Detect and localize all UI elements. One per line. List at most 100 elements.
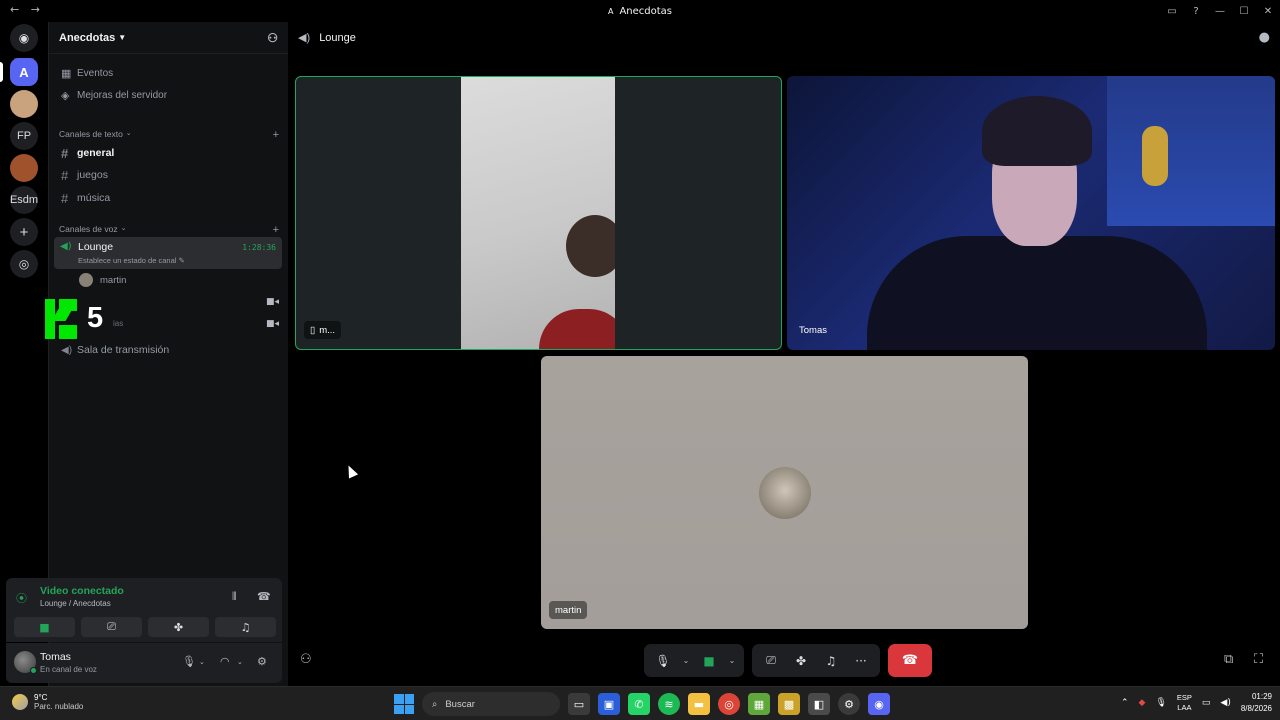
voice-channels-category[interactable]: Canales de voz ⌄ + bbox=[59, 224, 279, 236]
screen-share-icon[interactable]: ⎚ bbox=[758, 649, 784, 673]
noise-suppression-icon[interactable]: ⫴ bbox=[232, 590, 237, 604]
security-icon[interactable]: ◆ bbox=[1139, 698, 1146, 708]
activities-button[interactable]: ✤ bbox=[148, 617, 209, 637]
chat-bubble-icon[interactable]: ● bbox=[1259, 30, 1270, 45]
explore-icon[interactable]: ◎ bbox=[10, 250, 38, 278]
minecraft-icon[interactable]: ▦ bbox=[748, 693, 770, 715]
microphone-icon[interactable]: 🎙 bbox=[182, 655, 196, 668]
call-controls: 🎙 ⌄ ■ ⌄ ⎚ ✤ ♫ ··· ☎ bbox=[644, 644, 932, 677]
discord-icon[interactable]: ◉ bbox=[868, 693, 890, 715]
share-controls: ⎚ ✤ ♫ ··· bbox=[752, 644, 880, 677]
close-button[interactable]: ✕ bbox=[1256, 6, 1280, 17]
search-box[interactable]: ⌕ Buscar bbox=[422, 692, 560, 716]
server-esdm[interactable]: Esdm bbox=[10, 186, 38, 214]
discord-home-icon[interactable]: ◉ bbox=[10, 24, 38, 52]
voice-user[interactable]: martin bbox=[79, 273, 126, 287]
microphone-icon[interactable]: 🎙 bbox=[1155, 698, 1166, 708]
volume-icon[interactable]: ◀) bbox=[1220, 698, 1230, 708]
steam-icon[interactable]: ⚙ bbox=[838, 693, 860, 715]
weather-desc: Parc. nublado bbox=[34, 702, 84, 711]
soundboard-button[interactable]: ♫ bbox=[215, 617, 276, 637]
activities-icon[interactable]: ✤ bbox=[788, 649, 814, 673]
voice-user-name: martin bbox=[100, 274, 127, 286]
boosts-item[interactable]: ◈ Mejoras del servidor bbox=[55, 84, 283, 106]
events-item[interactable]: ▦ Eventos bbox=[55, 62, 283, 84]
chevron-down-icon[interactable]: ⌄ bbox=[199, 658, 205, 666]
voice-location[interactable]: Lounge / Anecdotas bbox=[40, 599, 111, 608]
windows-start-icon[interactable] bbox=[394, 694, 414, 714]
active-server-pill bbox=[0, 62, 3, 82]
speaker-icon: ◀) bbox=[60, 241, 72, 252]
popout-icon[interactable]: ⧉ bbox=[1224, 652, 1233, 667]
whatsapp-icon[interactable]: ✆ bbox=[628, 693, 650, 715]
clock-date: 8/8/2026 bbox=[1240, 704, 1272, 713]
channel-label: música bbox=[77, 192, 111, 204]
tile-label-text: m... bbox=[319, 324, 336, 336]
speaker-icon: ◀) bbox=[298, 32, 311, 44]
file-explorer-icon[interactable]: ▬ bbox=[688, 693, 710, 715]
server-avatar-2[interactable] bbox=[10, 90, 38, 118]
channel-general[interactable]: # general bbox=[55, 142, 283, 164]
clock-time: 01:29 bbox=[1251, 692, 1272, 701]
invite-people-icon[interactable]: ⚇ bbox=[267, 31, 278, 45]
chevron-up-icon[interactable]: ⌃ bbox=[1121, 698, 1129, 708]
disconnect-icon[interactable]: ☎ bbox=[257, 590, 271, 603]
chevron-down-icon[interactable]: ⌄ bbox=[726, 649, 738, 673]
add-channel-icon[interactable]: + bbox=[273, 224, 279, 236]
soundboard-icon[interactable]: ♫ bbox=[818, 649, 844, 673]
network-icon[interactable]: ▭ bbox=[1202, 698, 1211, 708]
chrome-icon[interactable]: ◎ bbox=[718, 693, 740, 715]
chevron-down-icon[interactable]: ⌄ bbox=[680, 649, 692, 673]
clock[interactable]: 01:29 8/8/2026 bbox=[1241, 691, 1272, 715]
app-initial: A bbox=[607, 6, 614, 16]
channel-musica[interactable]: # música bbox=[55, 187, 283, 209]
taskbar: 9°C Parc. nublado ⌕ Buscar ▭ ▣ ✆ ≋ ▬ ◎ ▦… bbox=[0, 686, 1280, 720]
task-view-icon[interactable]: ▭ bbox=[568, 693, 590, 715]
server-header[interactable]: Anecdotas ▼ ⚇ bbox=[49, 22, 288, 54]
voice-channel-status[interactable]: Establece un estado de canal ✎ bbox=[78, 256, 185, 265]
camera-button[interactable]: ■ bbox=[14, 617, 75, 637]
server-anecdotas[interactable]: A bbox=[10, 58, 38, 86]
voice-status[interactable]: Video conectado bbox=[40, 585, 124, 597]
video-tile-martin[interactable]: martin bbox=[541, 356, 1028, 629]
help-icon[interactable]: ? bbox=[1184, 6, 1208, 17]
screen-share-button[interactable]: ⎚ bbox=[81, 617, 142, 637]
voice-channel-lounge[interactable]: ◀) Lounge Establece un estado de canal ✎… bbox=[54, 237, 282, 269]
server-fp[interactable]: FP bbox=[10, 122, 38, 150]
window-title-text: Anecdotas bbox=[619, 5, 673, 17]
headphones-icon[interactable]: ◠ bbox=[220, 655, 230, 668]
signal-icon[interactable]: ⦿ bbox=[16, 590, 27, 606]
microphone-icon[interactable]: 🎙 bbox=[650, 649, 676, 673]
language-indicator[interactable]: ESP LAA bbox=[1177, 693, 1192, 713]
server-avatar-4[interactable] bbox=[10, 154, 38, 182]
mobile-phone-icon: ▯ bbox=[310, 324, 316, 336]
visual-studio-icon[interactable]: ◧ bbox=[808, 693, 830, 715]
gear-icon[interactable]: ⚙ bbox=[257, 655, 267, 668]
video-tile-mobile[interactable]: ▯ m... bbox=[295, 76, 782, 350]
chevron-down-icon[interactable]: ⌄ bbox=[237, 658, 243, 666]
add-people-icon[interactable]: ⚇ bbox=[300, 652, 312, 667]
channel-juegos[interactable]: # juegos bbox=[55, 164, 283, 186]
more-options-icon[interactable]: ··· bbox=[848, 649, 874, 673]
maximize-button[interactable]: ☐ bbox=[1232, 6, 1256, 17]
text-channels-category[interactable]: Canales de texto ⌄ + bbox=[59, 129, 279, 141]
voice-channel-status-text: Establece un estado de canal bbox=[78, 256, 177, 265]
inbox-icon[interactable]: ▭ bbox=[1160, 6, 1184, 17]
tile-label: martin bbox=[549, 601, 588, 619]
minimize-button[interactable]: — bbox=[1208, 6, 1232, 17]
spotify-icon[interactable]: ≋ bbox=[658, 693, 680, 715]
user-name[interactable]: Tomas bbox=[40, 651, 71, 663]
hangup-button[interactable]: ☎ bbox=[888, 644, 932, 677]
voice-duration: 1:28:36 bbox=[242, 243, 276, 252]
fullscreen-icon[interactable]: ⛶ bbox=[1254, 652, 1263, 667]
add-server-icon[interactable]: + bbox=[10, 218, 38, 246]
weather-widget[interactable]: 9°C Parc. nublado bbox=[12, 693, 83, 711]
game-launcher-icon[interactable]: ▩ bbox=[778, 693, 800, 715]
video-camera-icon[interactable]: ■ bbox=[696, 649, 722, 673]
av-controls: 🎙 ⌄ ■ ⌄ bbox=[644, 644, 744, 677]
store-icon[interactable]: ▣ bbox=[598, 693, 620, 715]
channel-stage[interactable]: ◀) Sala de transmisión bbox=[55, 339, 283, 361]
add-channel-icon[interactable]: + bbox=[273, 129, 279, 141]
video-tile-tomas[interactable]: Tomas bbox=[787, 76, 1275, 350]
tile-label: Tomas bbox=[799, 324, 827, 336]
